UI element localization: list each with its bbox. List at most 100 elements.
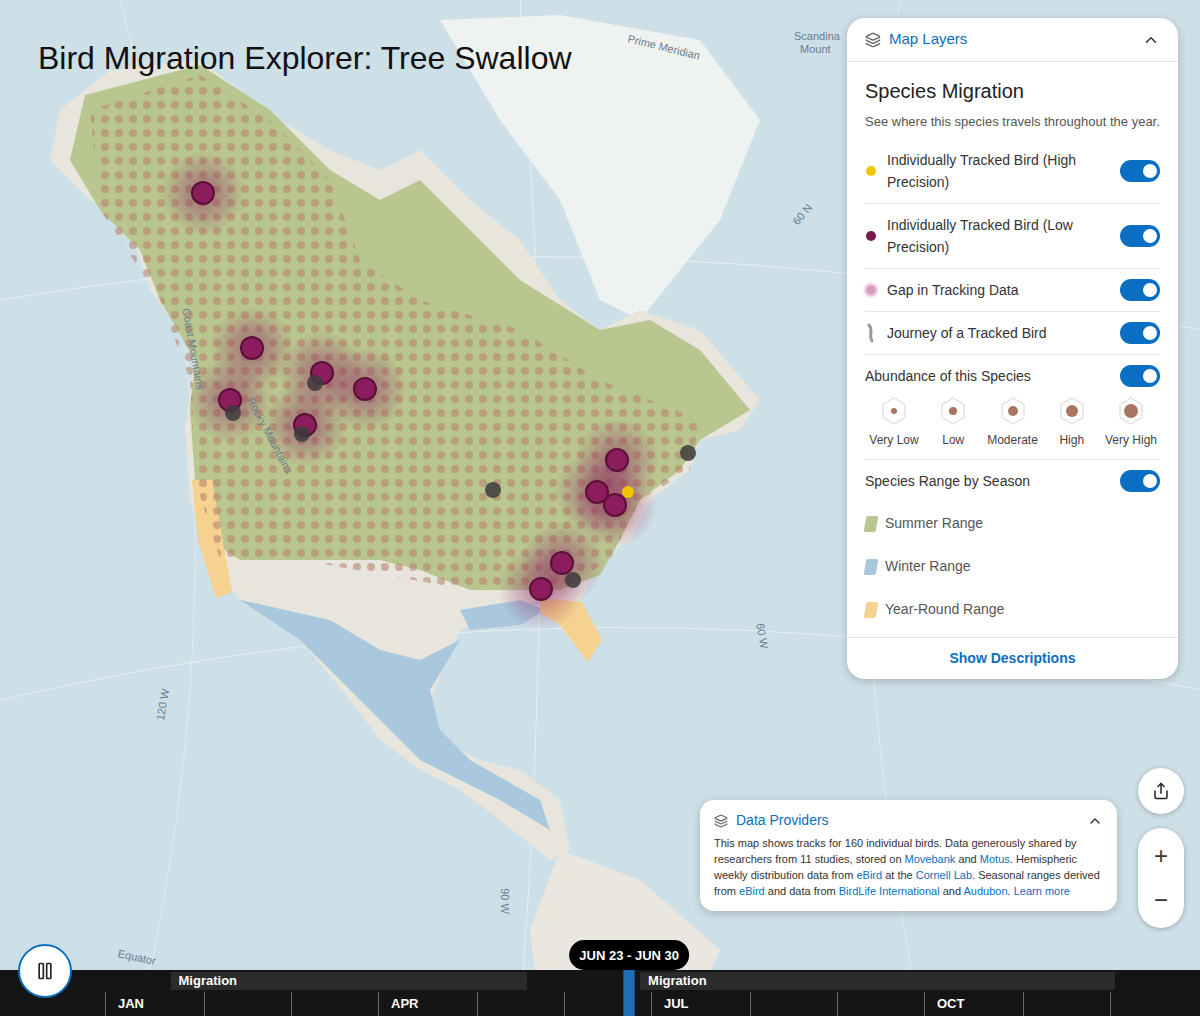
provider-link[interactable]: BirdLife International	[839, 885, 940, 897]
tracked-bird-low-pin[interactable]	[192, 182, 214, 204]
section-title: Species Migration	[865, 76, 1160, 106]
month-cell	[564, 992, 651, 1016]
winter-range	[240, 600, 550, 830]
provider-link[interactable]: Movebank	[905, 853, 956, 865]
summer-range	[70, 65, 750, 590]
quarter: JAN	[105, 992, 378, 1016]
month-cell: APR	[378, 992, 477, 1016]
month-cell	[291, 992, 378, 1016]
toggle-switch[interactable]	[1120, 225, 1160, 247]
month-cell: JUL	[651, 992, 750, 1016]
legend-journey-icon	[866, 323, 876, 343]
play-pause-button[interactable]	[18, 944, 72, 998]
toggle-switch[interactable]	[1120, 160, 1160, 182]
provider-link[interactable]: Audubon	[964, 885, 1008, 897]
range-section: Species Range by SeasonSummer RangeWinte…	[865, 460, 1160, 637]
share-icon	[1152, 782, 1170, 800]
zoom-in-button[interactable]: +	[1154, 834, 1168, 878]
data-providers-panel: Data ProvidersThis map shows tracks for …	[700, 800, 1117, 911]
abundance-section: Abundance of this SpeciesVery LowLowMode…	[865, 355, 1160, 460]
map-layers-panel: Map Layers Species Migration See where thi…	[847, 18, 1178, 679]
tracked-bird-high-pin[interactable]	[622, 486, 634, 498]
layer-row[interactable]: Abundance of this Species	[865, 355, 1160, 397]
quarter: OCT	[924, 992, 1197, 1016]
legend-gap-icon	[865, 284, 877, 296]
tracked-bird-gap-pin[interactable]	[294, 426, 310, 442]
abundance-level: Moderate	[984, 397, 1042, 449]
range-legend-item: Summer Range	[865, 502, 1160, 545]
abundance-hex-icon	[1118, 397, 1144, 425]
abundance-hex-icon	[1000, 397, 1026, 425]
abundance-hex-icon	[1059, 397, 1085, 425]
range-swatch-icon	[864, 559, 879, 575]
data-providers-header[interactable]: Data Providers	[714, 810, 1103, 831]
abundance-level: Very High	[1102, 397, 1160, 449]
toggle-switch[interactable]	[1120, 365, 1160, 387]
range-swatch-icon	[864, 516, 879, 532]
season-bar: Migration	[171, 972, 527, 990]
layers-icon	[714, 814, 728, 828]
tracked-bird-low-pin[interactable]	[606, 449, 628, 471]
tracked-bird-low-pin[interactable]	[530, 578, 552, 600]
season-bar: Migration	[640, 972, 1115, 990]
timeline-track[interactable]: Migration Migration JAN APR JUL OCT	[105, 970, 1197, 1016]
layer-row[interactable]: Individually Tracked Bird (Low Precision…	[865, 204, 1160, 269]
tracked-bird-gap-pin[interactable]	[680, 445, 696, 461]
zoom-controls: +−	[1138, 828, 1184, 928]
bird-migration-explorer: Prime MeridianScandinaMount60 NCoast Mou…	[0, 0, 1200, 1016]
month-cell	[750, 992, 837, 1016]
layers-icon	[865, 32, 881, 48]
quarter: APR	[378, 992, 651, 1016]
tracked-bird-gap-pin[interactable]	[307, 375, 323, 391]
tracked-bird-low-pin[interactable]	[604, 494, 626, 516]
layer-row[interactable]: Species Range by Season	[865, 460, 1160, 502]
toggle-switch[interactable]	[1120, 470, 1160, 492]
provider-link[interactable]: Motus	[980, 853, 1010, 865]
month-cell	[477, 992, 564, 1016]
month-cell	[1110, 992, 1197, 1016]
range-legend-item: Winter Range	[865, 545, 1160, 588]
month-cell	[837, 992, 924, 1016]
abundance-hex-icon	[940, 397, 966, 425]
map-label: Scandina	[794, 28, 840, 45]
month-cell	[204, 992, 291, 1016]
provider-link[interactable]: Learn more	[1014, 885, 1070, 897]
map-label: Mount	[800, 41, 831, 58]
tracked-bird-low-pin[interactable]	[241, 337, 263, 359]
zoom-out-button[interactable]: −	[1154, 878, 1168, 922]
layer-row[interactable]: Individually Tracked Bird (High Precisio…	[865, 139, 1160, 204]
land	[50, 60, 760, 860]
layer-row[interactable]: Gap in Tracking Data	[865, 269, 1160, 312]
abundance-level: Low	[924, 397, 982, 449]
provider-link[interactable]: eBird	[856, 869, 882, 881]
share-button[interactable]	[1138, 768, 1184, 814]
tracked-bird-gap-pin[interactable]	[485, 482, 501, 498]
toggle-switch[interactable]	[1120, 279, 1160, 301]
tracked-bird-gap-pin[interactable]	[225, 405, 241, 421]
map-label: 90 W	[497, 888, 514, 914]
range-swatch-icon	[864, 602, 879, 618]
map-layers-header[interactable]: Map Layers	[847, 18, 1178, 62]
tracked-bird-low-pin[interactable]	[551, 552, 573, 574]
legend-dot-icon	[866, 231, 876, 241]
provider-link[interactable]: eBird	[739, 885, 765, 897]
tracked-bird-low-pin[interactable]	[354, 378, 376, 400]
tracked-bird-gap-pin[interactable]	[565, 572, 581, 588]
timeline-thumb[interactable]	[623, 970, 635, 1016]
timeline: MigrationMigrationJANAPRJULOCTJUN 23 - J…	[0, 970, 1200, 1016]
abundance-dots	[90, 75, 700, 590]
abundance-hex-icon	[881, 397, 907, 425]
collapse-icon[interactable]	[1087, 813, 1103, 829]
layer-row[interactable]: Journey of a Tracked Bird	[865, 312, 1160, 355]
provider-link[interactable]: Cornell Lab	[916, 869, 972, 881]
abundance-level: High	[1043, 397, 1101, 449]
collapse-icon[interactable]	[1142, 31, 1160, 49]
section-description: See where this species travels throughou…	[865, 112, 1160, 131]
month-cell: JAN	[105, 992, 204, 1016]
show-descriptions-link[interactable]: Show Descriptions	[949, 648, 1075, 669]
abundance-level: Very Low	[865, 397, 923, 449]
page-title: Bird Migration Explorer: Tree Swallow	[38, 38, 572, 78]
month-cell: OCT	[924, 992, 1023, 1016]
toggle-switch[interactable]	[1120, 322, 1160, 344]
pause-icon	[35, 961, 55, 981]
